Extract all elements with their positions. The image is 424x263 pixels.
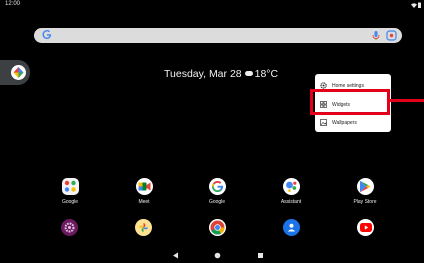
discover-feed-tab[interactable] (0, 60, 30, 85)
highlight-box (310, 89, 390, 115)
youtube-icon[interactable] (357, 219, 374, 236)
home-icon[interactable] (214, 252, 221, 259)
status-bar: 12:00 (0, 0, 424, 12)
mic-icon[interactable] (371, 30, 381, 41)
gear-icon (320, 82, 327, 89)
app-label: Play Store (353, 199, 377, 205)
wallpaper-icon (320, 119, 327, 126)
battery-icon (418, 2, 421, 8)
lens-icon[interactable] (386, 30, 397, 41)
navigation-bar (0, 249, 424, 263)
menu-item-label: Wallpapers (332, 119, 357, 126)
google-icon (208, 178, 226, 195)
system-icons (411, 2, 421, 8)
meet-icon (135, 178, 153, 195)
back-icon[interactable] (172, 252, 179, 259)
highlight-pointer (390, 99, 424, 102)
google-app-icon (11, 65, 26, 80)
status-clock: 12:00 (5, 1, 21, 7)
app-google[interactable]: Google (192, 178, 242, 205)
menu-item-label: Home settings (332, 82, 364, 89)
google-g-icon (42, 29, 52, 43)
wifi-icon (411, 2, 417, 8)
app-meet[interactable]: Meet (119, 178, 169, 205)
chrome-icon[interactable] (209, 219, 226, 236)
contacts-icon[interactable] (283, 219, 300, 236)
app-label: Google (61, 199, 79, 205)
photos-icon[interactable] (135, 219, 152, 236)
app-label: Meet (138, 199, 150, 205)
date-weather-widget[interactable]: Tuesday, Mar 28 18°C (164, 68, 278, 80)
app-play-store[interactable]: Play Store (340, 178, 390, 205)
app-label: Assistant (280, 199, 302, 205)
menu-item-wallpapers[interactable]: Wallpapers (315, 113, 391, 132)
recents-icon[interactable] (257, 252, 264, 259)
google-search-bar[interactable] (34, 28, 402, 43)
assistant-icon (282, 178, 300, 195)
cloud-icon (244, 71, 253, 77)
app-label: Google (208, 199, 226, 205)
google-folder-icon (61, 178, 79, 195)
home-screen: 12:00 Tuesday, Mar 28 18°C Home settings… (0, 0, 424, 263)
play-store-icon (356, 178, 374, 195)
app-google-folder[interactable]: Google (45, 178, 95, 205)
temperature-text: 18°C (254, 68, 279, 80)
settings-icon[interactable] (61, 219, 78, 236)
app-assistant[interactable]: Assistant (266, 178, 316, 205)
date-text: Tuesday, Mar 28 (164, 68, 242, 80)
